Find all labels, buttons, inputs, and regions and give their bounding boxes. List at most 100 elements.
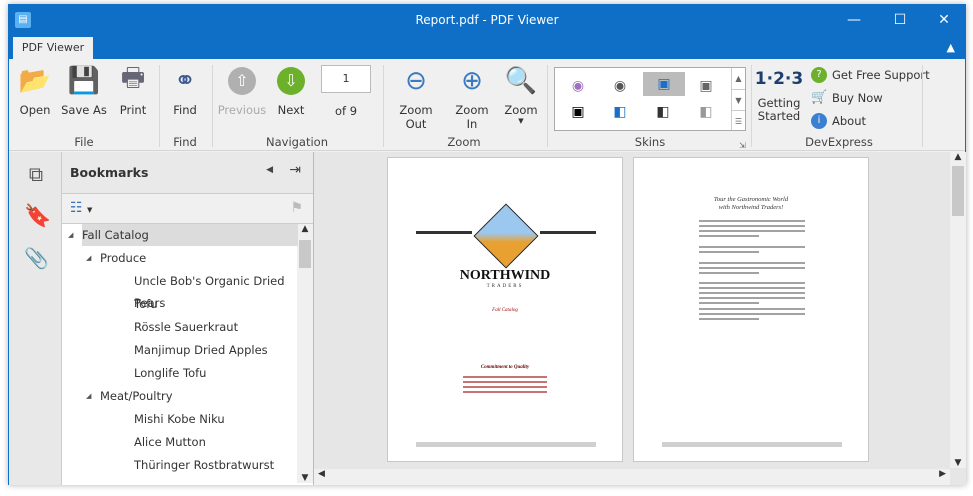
skin-icon[interactable]: ▣ bbox=[693, 74, 719, 98]
skin-icon[interactable]: ◧ bbox=[607, 100, 633, 124]
zoom-in-icon: ⊕ bbox=[461, 66, 483, 96]
zoom-out-button[interactable]: ⊖ Zoom Out bbox=[389, 65, 443, 131]
bookmark-item[interactable]: ◢ Produce bbox=[62, 247, 298, 269]
bookmark-item[interactable]: Alice Mutton bbox=[62, 431, 298, 453]
bookmarks-title: Bookmarks bbox=[70, 165, 149, 180]
buy-now-link[interactable]: 🛒 Buy Now bbox=[811, 90, 883, 106]
dock-panel-icon[interactable]: ⇥ bbox=[289, 162, 301, 178]
info-icon: i bbox=[811, 113, 827, 129]
bookmark-icon[interactable]: 🔖 bbox=[24, 204, 51, 230]
expand-arrow-icon[interactable]: ◢ bbox=[86, 385, 91, 407]
buy-label: Buy Now bbox=[832, 91, 883, 105]
close-button[interactable]: ✕ bbox=[929, 9, 959, 31]
text-line bbox=[699, 225, 805, 227]
group-skins: Skins bbox=[634, 135, 666, 149]
skins-gallery[interactable]: ◉ ◉ ▣ ▣ ▣ ◧ ◧ ◧ ▲ ▼ ☰ bbox=[554, 67, 746, 131]
skin-icon[interactable]: ◉ bbox=[565, 74, 591, 98]
minimize-button[interactable]: — bbox=[839, 9, 869, 31]
text-line bbox=[699, 297, 805, 299]
add-bookmark-icon[interactable]: ⚑ bbox=[290, 200, 303, 216]
document-viewer[interactable]: NORTHWIND TRADERS Fall Catalog Commitmen… bbox=[314, 152, 966, 485]
maximize-button[interactable]: ☐ bbox=[885, 9, 915, 31]
text-line bbox=[463, 391, 547, 393]
previous-button[interactable]: ⇧ Previous bbox=[217, 65, 267, 117]
save-as-button[interactable]: 💾 Save As bbox=[61, 65, 107, 117]
text-line bbox=[699, 262, 805, 264]
divider bbox=[922, 65, 923, 147]
getting-started-button[interactable]: 1·2·3 Getting Started bbox=[754, 65, 804, 123]
text-line bbox=[699, 246, 805, 248]
text-line bbox=[699, 282, 805, 284]
bookmark-options-icon[interactable]: ☷ ▼ bbox=[70, 200, 92, 216]
text-line bbox=[699, 272, 759, 274]
find-label: Find bbox=[173, 103, 197, 117]
find-button[interactable]: ⚭ Find bbox=[165, 65, 205, 117]
pages-icon[interactable]: ⧉ bbox=[24, 162, 48, 188]
skin-icon-selected[interactable]: ▣ bbox=[643, 72, 685, 96]
chevron-down-icon: ▼ bbox=[518, 117, 524, 125]
text-line bbox=[463, 386, 547, 388]
dialog-launcher-icon[interactable]: ⇲ bbox=[739, 141, 746, 150]
lighthouse-logo bbox=[473, 203, 539, 269]
text-line bbox=[463, 381, 547, 383]
skins-scrollbar[interactable]: ▲ ▼ ☰ bbox=[731, 68, 745, 130]
get-free-support-link[interactable]: ? Get Free Support bbox=[811, 67, 930, 83]
skin-icon[interactable]: ▣ bbox=[565, 100, 591, 124]
collapse-ribbon-icon[interactable]: ▲ bbox=[947, 41, 955, 54]
skin-icon[interactable]: ◧ bbox=[650, 100, 676, 124]
bookmark-item[interactable]: Longlife Tofu bbox=[62, 362, 298, 384]
skin-icon[interactable]: ◉ bbox=[607, 74, 633, 98]
divider bbox=[159, 65, 160, 147]
bookmark-label: Manjimup Dried Apples bbox=[134, 343, 268, 357]
attachment-icon[interactable]: 📎 bbox=[24, 246, 49, 272]
heading-line-2: with Northwind Traders! bbox=[718, 204, 784, 211]
bookmark-item[interactable]: ◢ Meat/Poultry bbox=[62, 385, 298, 407]
bookmark-label: Produce bbox=[100, 251, 147, 265]
vertical-scrollbar[interactable]: ▲ ▼ bbox=[297, 224, 313, 483]
bookmark-item[interactable]: Mishi Kobe Niku bbox=[62, 408, 298, 430]
bookmark-item[interactable]: Uncle Bob's Organic Dried Pears bbox=[62, 270, 298, 310]
viewer-vertical-scrollbar[interactable]: ▲ ▼ bbox=[950, 152, 966, 468]
bookmark-item[interactable]: Tofu bbox=[62, 293, 298, 315]
magnifier-icon: 🔍 bbox=[504, 66, 538, 96]
zoom-dropdown-button[interactable]: 🔍 Zoom ▼ bbox=[501, 65, 541, 125]
arrow-up-icon: ⇧ bbox=[226, 65, 258, 97]
bookmark-label: Thüringer Rostbratwurst bbox=[134, 458, 275, 472]
text-line bbox=[699, 292, 805, 294]
pdf-page-1: NORTHWIND TRADERS Fall Catalog Commitmen… bbox=[387, 157, 623, 462]
help-icon: ? bbox=[811, 67, 827, 83]
bookmark-item[interactable]: Thüringer Rostbratwurst bbox=[62, 454, 298, 476]
bookmark-item[interactable]: Rössle Sauerkraut bbox=[62, 316, 298, 338]
page-count: of 9 bbox=[334, 104, 358, 118]
heading-line-1: Tour the Gastronomic World bbox=[713, 196, 789, 203]
divider bbox=[416, 231, 472, 234]
group-zoom: Zoom bbox=[447, 135, 481, 149]
viewer-horizontal-scrollbar[interactable]: ◀ ▶ bbox=[314, 469, 950, 485]
expand-arrow-icon[interactable]: ◢ bbox=[68, 224, 73, 246]
previous-label: Previous bbox=[217, 103, 267, 117]
zoom-in-label: Zoom In bbox=[455, 103, 489, 131]
tab-pdf-viewer[interactable]: PDF Viewer bbox=[13, 37, 93, 59]
page-heading: Tour the Gastronomic World with Northwind… bbox=[634, 196, 868, 212]
text-line bbox=[699, 251, 759, 253]
skin-icon[interactable]: ◧ bbox=[693, 100, 719, 124]
zoom-in-button[interactable]: ⊕ Zoom In bbox=[449, 65, 495, 131]
print-label: Print bbox=[119, 103, 147, 117]
about-label: About bbox=[832, 114, 867, 128]
numbers-icon: 1·2·3 bbox=[754, 69, 804, 89]
bookmark-label: Mishi Kobe Niku bbox=[134, 412, 225, 426]
print-button[interactable]: 🖶 Print bbox=[113, 63, 153, 117]
bookmark-item[interactable]: Manjimup Dried Apples bbox=[62, 339, 298, 361]
zoom-out-label: Zoom Out bbox=[399, 103, 433, 131]
collapse-panel-icon[interactable]: ◀ bbox=[266, 165, 273, 175]
text-line bbox=[699, 313, 805, 315]
next-button[interactable]: ⇩ Next bbox=[271, 65, 311, 117]
text-line bbox=[699, 318, 759, 320]
group-navigation: Navigation bbox=[265, 135, 329, 149]
about-link[interactable]: i About bbox=[811, 113, 866, 129]
page-number-input[interactable]: 1 bbox=[321, 65, 371, 93]
expand-arrow-icon[interactable]: ◢ bbox=[86, 247, 91, 269]
cart-icon: 🛒 bbox=[811, 90, 828, 105]
open-button[interactable]: 📂 Open bbox=[15, 65, 55, 117]
bookmark-item[interactable]: ◢ Fall Catalog bbox=[68, 224, 298, 246]
